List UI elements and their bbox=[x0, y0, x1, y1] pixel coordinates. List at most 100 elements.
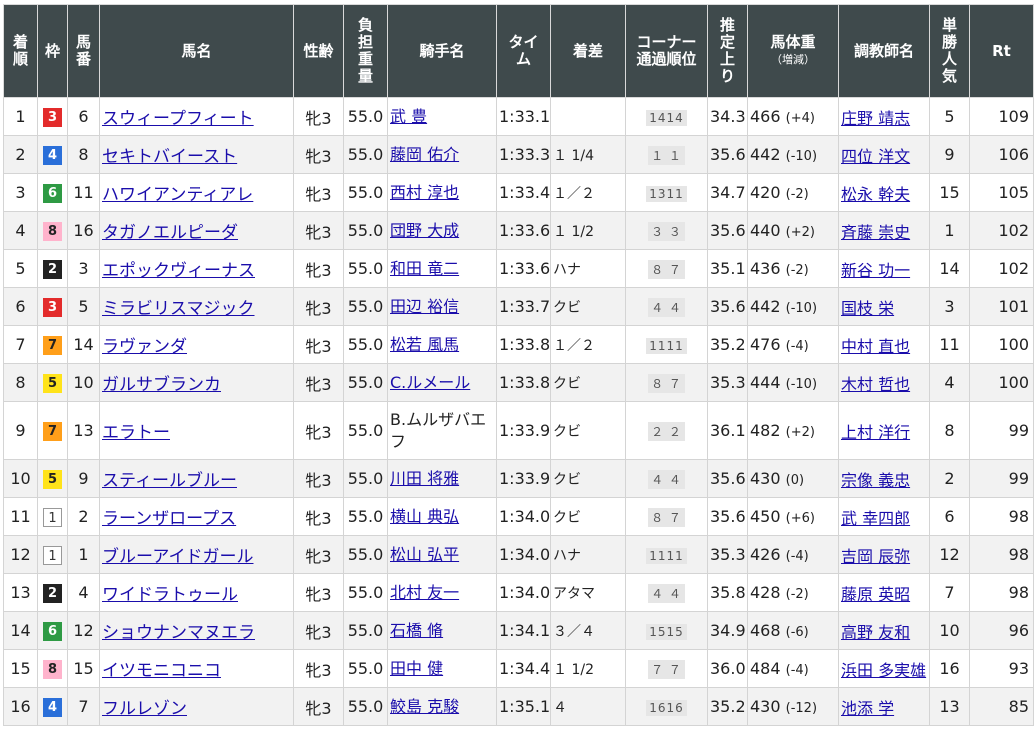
jockey-name-link[interactable]: 田中 健 bbox=[390, 659, 443, 678]
header-margin[interactable]: 着差 bbox=[550, 4, 626, 98]
trainer-name-link[interactable]: 木村 哲也 bbox=[841, 375, 910, 394]
horse-name-link[interactable]: タガノエルピーダ bbox=[102, 223, 238, 243]
table-row: 4 8 16 タガノエルピーダ 牝3 55.0 団野 大成 1:33.6 １ 1/2 ３ ３ 35.… bbox=[3, 211, 1034, 250]
horse-name-link[interactable]: ラヴァンダ bbox=[102, 337, 187, 357]
margin-cell: １ 1/2 bbox=[550, 211, 626, 250]
header-horse[interactable]: 馬名 bbox=[99, 4, 294, 98]
trainer-name-link[interactable]: 上村 洋行 bbox=[841, 423, 910, 442]
trainer-name-link[interactable]: 吉岡 辰弥 bbox=[841, 547, 910, 566]
trainer-name-link[interactable]: 松永 幹夫 bbox=[841, 185, 910, 204]
bodyweight-value: 436 bbox=[750, 259, 781, 278]
margin-cell: クビ bbox=[550, 459, 626, 498]
header-weight[interactable]: 負担重量 bbox=[343, 4, 388, 98]
bodyweight-diff: (+4) bbox=[785, 111, 815, 126]
horse-name-link[interactable]: ガルサブランカ bbox=[102, 375, 221, 395]
jockey-name-link[interactable]: 川田 将雅 bbox=[390, 469, 459, 488]
header-bodyweight[interactable]: 馬体重 （増減） bbox=[747, 4, 839, 98]
sexage-cell: 牝3 bbox=[293, 649, 344, 688]
time-cell: 1:34.0 bbox=[496, 497, 551, 536]
header-umaban[interactable]: 馬番 bbox=[67, 4, 100, 98]
bodyweight-cell: 426 (-4) bbox=[747, 535, 839, 574]
jockey-name-link[interactable]: 石橋 脩 bbox=[390, 621, 443, 640]
trainer-name-link[interactable]: 藤原 英昭 bbox=[841, 585, 910, 604]
trainer-name-link[interactable]: 宗像 義忠 bbox=[841, 471, 910, 490]
time-cell: 1:33.3 bbox=[496, 135, 551, 174]
jockey-name-link[interactable]: 横山 典弘 bbox=[390, 507, 459, 526]
last3f-cell: 35.3 bbox=[707, 535, 748, 574]
header-trainer[interactable]: 調教師名 bbox=[838, 4, 930, 98]
horse-name-link[interactable]: スウィープフィート bbox=[102, 109, 254, 129]
trainer-name-link[interactable]: 浜田 多実雄 bbox=[841, 661, 926, 680]
waku-badge: 8 bbox=[43, 660, 62, 679]
header-rt[interactable]: Rt bbox=[969, 4, 1034, 98]
jockey-name-link[interactable]: 武 豊 bbox=[390, 107, 427, 126]
bodyweight-value: 430 bbox=[750, 697, 781, 716]
last3f-cell: 35.6 bbox=[707, 497, 748, 536]
horse-name-link[interactable]: ラーンザロープス bbox=[102, 509, 236, 529]
last3f-cell: 35.1 bbox=[707, 249, 748, 288]
trainer-cell: 新谷 功一 bbox=[838, 249, 930, 288]
weight-cell: 55.0 bbox=[343, 649, 388, 688]
popularity-cell: 4 bbox=[929, 363, 970, 402]
jockey-name-link[interactable]: 和田 竜二 bbox=[390, 259, 459, 278]
horse-name-link[interactable]: ブルーアイドガール bbox=[102, 547, 253, 567]
header-rank[interactable]: 着順 bbox=[3, 4, 38, 98]
jockey-name-link[interactable]: C.ルメール bbox=[390, 373, 470, 392]
weight-cell: 55.0 bbox=[343, 135, 388, 174]
time-cell: 1:34.4 bbox=[496, 649, 551, 688]
jockey-name-link[interactable]: 藤岡 佑介 bbox=[390, 145, 459, 164]
popularity-cell: 13 bbox=[929, 687, 970, 726]
corner-cell: ３ ３ bbox=[625, 211, 708, 250]
header-jockey[interactable]: 騎手名 bbox=[387, 4, 497, 98]
horse-name-link[interactable]: ミラビリスマジック bbox=[102, 299, 255, 319]
horse-name-link[interactable]: イツモニコニコ bbox=[102, 661, 221, 681]
trainer-name-link[interactable]: 中村 直也 bbox=[841, 337, 910, 356]
horse-name-link[interactable]: フルレゾン bbox=[102, 699, 187, 719]
bodyweight-diff: (-10) bbox=[785, 149, 818, 164]
trainer-name-link[interactable]: 池添 学 bbox=[841, 699, 894, 718]
jockey-name-link[interactable]: 北村 友一 bbox=[390, 583, 459, 602]
trainer-name-link[interactable]: 高野 友和 bbox=[841, 623, 910, 642]
bodyweight-cell: 440 (+2) bbox=[747, 211, 839, 250]
trainer-name-link[interactable]: 武 幸四郎 bbox=[841, 509, 910, 528]
umaban-cell: 10 bbox=[67, 363, 100, 402]
table-row: 9 7 13 エラトー 牝3 55.0 B.ムルザバエフ 1:33.9 クビ ２ ２ 36.1 482… bbox=[3, 401, 1034, 460]
horse-name-link[interactable]: ショウナンマヌエラ bbox=[102, 623, 255, 643]
rt-cell: 101 bbox=[969, 287, 1034, 326]
header-last3f[interactable]: 推定上り bbox=[707, 4, 748, 98]
horse-cell: ラーンザロープス bbox=[99, 497, 294, 536]
sexage-cell: 牝3 bbox=[293, 97, 344, 136]
jockey-name-link[interactable]: 松若 風馬 bbox=[390, 335, 459, 354]
header-popularity[interactable]: 単勝人気 bbox=[929, 4, 970, 98]
horse-name-link[interactable]: エラトー bbox=[102, 423, 170, 443]
jockey-name-link[interactable]: 西村 淳也 bbox=[390, 183, 459, 202]
horse-name-link[interactable]: スティールブルー bbox=[102, 471, 237, 491]
horse-name-link[interactable]: ハワイアンティアレ bbox=[102, 185, 253, 205]
time-cell: 1:33.8 bbox=[496, 363, 551, 402]
trainer-name-link[interactable]: 斉藤 崇史 bbox=[841, 223, 910, 242]
horse-name-link[interactable]: セキトバイースト bbox=[102, 147, 237, 167]
jockey-name-link[interactable]: 鮫島 克駿 bbox=[390, 697, 459, 716]
jockey-cell: C.ルメール bbox=[387, 363, 497, 402]
trainer-name-link[interactable]: 新谷 功一 bbox=[841, 261, 910, 280]
jockey-name-link[interactable]: 松山 弘平 bbox=[390, 545, 459, 564]
trainer-name-link[interactable]: 庄野 靖志 bbox=[841, 109, 910, 128]
table-row: 12 1 1 ブルーアイドガール 牝3 55.0 松山 弘平 1:34.0 ハナ 1111 35.3… bbox=[3, 535, 1034, 574]
last3f-cell: 35.2 bbox=[707, 325, 748, 364]
corner-positions: ２ ２ bbox=[648, 421, 685, 441]
trainer-name-link[interactable]: 四位 洋文 bbox=[841, 147, 910, 166]
header-time[interactable]: タイム bbox=[496, 4, 551, 98]
popularity-cell: 6 bbox=[929, 497, 970, 536]
horse-name-link[interactable]: エポックヴィーナス bbox=[102, 261, 255, 281]
last3f-cell: 34.9 bbox=[707, 611, 748, 650]
header-sexage[interactable]: 性齢 bbox=[293, 4, 344, 98]
jockey-cell: 北村 友一 bbox=[387, 573, 497, 612]
header-waku[interactable]: 枠 bbox=[37, 4, 68, 98]
header-corner[interactable]: コーナー 通過順位 bbox=[625, 4, 708, 98]
jockey-name-link[interactable]: 田辺 裕信 bbox=[390, 297, 459, 316]
jockey-name-link[interactable]: 団野 大成 bbox=[390, 221, 459, 240]
bodyweight-value: 426 bbox=[750, 545, 781, 564]
trainer-name-link[interactable]: 国枝 栄 bbox=[841, 299, 894, 318]
rt-cell: 96 bbox=[969, 611, 1034, 650]
horse-name-link[interactable]: ワイドラトゥール bbox=[102, 585, 238, 605]
